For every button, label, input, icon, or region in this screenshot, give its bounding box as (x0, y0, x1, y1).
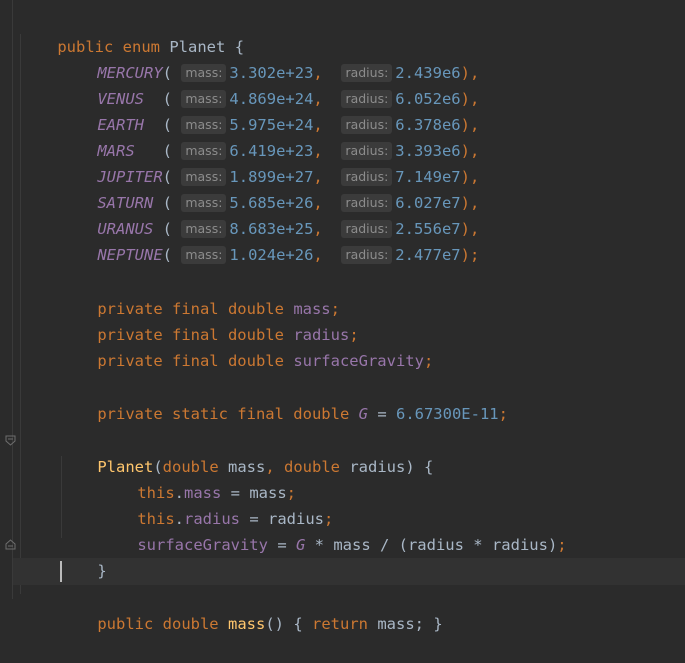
code-line-assign[interactable]: this.radius = radius; (100, 480, 333, 528)
code-line-gravity[interactable]: surfaceGravity = G * mass / (radius * ra… (100, 506, 566, 554)
code-line-constructor[interactable]: Planet(double mass, double radius) { (60, 428, 433, 476)
code-line-planet[interactable]: SATURN ( mass: 5.685e+26, radius: 6.027e7)… (60, 164, 479, 212)
code-line-enum-decl[interactable]: public enum Planet { (20, 8, 244, 56)
line-end: ); (460, 246, 480, 264)
code-line-close-brace[interactable]: } (60, 532, 106, 580)
code-line-assign[interactable]: this.mass = mass; (100, 454, 296, 502)
number-literal: 2.477e7 (395, 246, 461, 264)
expression: * mass / (radius * radius) (305, 536, 558, 554)
paren: ( (162, 246, 172, 264)
field-name: surfaceGravity (137, 536, 268, 554)
code-line-field[interactable]: private final double surfaceGravity; (60, 322, 433, 370)
semicolon: ; (423, 352, 434, 370)
param-hint: mass: (181, 246, 227, 264)
constant-name: G (358, 405, 368, 423)
constant-name: G (295, 536, 306, 554)
operator: = (367, 405, 396, 423)
code-line-planet[interactable]: MERCURY( mass: 3.302e+23, radius: 2.439e6)… (60, 34, 479, 82)
semicolon: ; (557, 536, 567, 554)
code-line-planet[interactable]: URANUS ( mass: 8.683e+25, radius: 2.556e7)… (60, 190, 479, 238)
fold-expand-icon[interactable] (5, 539, 16, 550)
param-name: radius (340, 458, 406, 476)
code-line-method[interactable]: public double mass() { return mass; } (60, 585, 442, 633)
indent-guide (20, 34, 21, 594)
keyword: public double (97, 615, 219, 633)
code-line-planet[interactable]: VENUS ( mass: 4.869e+24, radius: 6.052e6), (60, 60, 479, 108)
code-line-planet[interactable]: NEPTUNE( mass: 1.024e+26, radius: 2.477e7)… (60, 216, 479, 264)
param-hint: radius: (341, 246, 393, 264)
field-name: surfaceGravity (293, 352, 424, 370)
paren: ) { (405, 458, 434, 476)
brace: } (97, 562, 107, 580)
number-literal: 6.67300E-11 (395, 405, 499, 423)
comma: , (313, 246, 323, 264)
code-line-planet[interactable]: MARS ( mass: 6.419e+23, radius: 3.393e6), (60, 112, 479, 160)
expression: () { (265, 615, 312, 633)
method-name: mass (218, 615, 266, 633)
number-literal: 1.024e+26 (229, 246, 314, 264)
keyword: private final double (97, 352, 284, 370)
code-line-field[interactable]: private final double mass; (60, 270, 340, 318)
expression: mass; } (368, 615, 443, 633)
code-line-planet[interactable]: EARTH ( mass: 5.975e+24, radius: 6.378e6), (60, 86, 479, 134)
enum-constant: NEPTUNE (97, 246, 163, 264)
semicolon: ; (498, 405, 508, 423)
operator: = (267, 536, 296, 554)
keyword: private static final double (97, 405, 350, 423)
code-editor[interactable]: public enum Planet { MERCURY( mass: 3.302… (0, 0, 685, 633)
code-line-field[interactable]: private final double radius; (60, 296, 358, 344)
gutter-divider (12, 0, 13, 599)
code-line-planet[interactable]: JUPITER( mass: 1.899e+27, radius: 7.149e7)… (60, 138, 479, 186)
keyword: return (312, 615, 368, 633)
code-line-constant[interactable]: private static final double G = 6.67300E… (60, 375, 508, 423)
fold-collapse-icon[interactable] (5, 435, 16, 446)
